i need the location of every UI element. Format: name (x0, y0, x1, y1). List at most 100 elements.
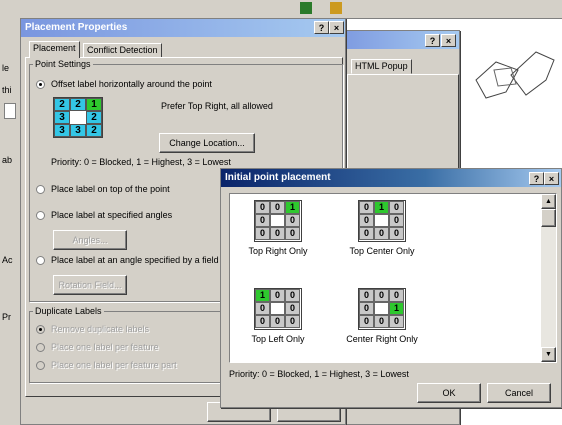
grid-cell: 3 (54, 111, 70, 124)
on-top-radio[interactable] (36, 185, 45, 194)
preview-cell: 0 (255, 214, 270, 227)
side-fragment: Pr (2, 312, 11, 322)
preview-cell: 0 (270, 289, 285, 302)
preview-cell: 0 (389, 315, 404, 328)
angles-button[interactable]: Angles... (53, 230, 127, 250)
offset-label[interactable]: Offset label horizontally around the poi… (51, 79, 212, 89)
side-input-fragment[interactable] (4, 103, 16, 119)
one-per-part-label[interactable]: Place one label per feature part (51, 360, 177, 370)
grid-cell: 2 (86, 124, 102, 137)
one-per-feature-label[interactable]: Place one label per feature (51, 342, 159, 352)
one-per-feature-radio[interactable] (36, 343, 45, 352)
preview-cell: 0 (374, 315, 389, 328)
scroll-thumb[interactable] (541, 209, 556, 227)
close-button[interactable]: × (329, 21, 344, 34)
help-button[interactable]: ? (529, 172, 544, 185)
priority-text: Priority: 0 = Blocked, 1 = Highest, 3 = … (229, 369, 409, 379)
preview-cell (374, 302, 389, 315)
dialog-title: Placement Properties (25, 22, 128, 33)
tab-conflict-detection[interactable]: Conflict Detection (83, 43, 162, 58)
remove-duplicates-radio[interactable] (36, 325, 45, 334)
preview-label: Top Center Only (349, 246, 415, 256)
top-toolbar-strip (0, 0, 562, 19)
prefer-text: Prefer Top Right, all allowed (161, 101, 273, 111)
duplicate-labels-label: Duplicate Labels (33, 306, 104, 316)
preview-cell (270, 302, 285, 315)
preview-cell: 0 (389, 227, 404, 240)
preview-cell: 0 (270, 227, 285, 240)
tab-placement[interactable]: Placement (29, 41, 80, 58)
tab-html-popup[interactable]: HTML Popup (351, 59, 412, 74)
preview-cell: 0 (255, 227, 270, 240)
dialog-titlebar: Initial point placement (221, 169, 561, 187)
close-button[interactable]: × (441, 34, 456, 47)
preview-cell: 1 (389, 302, 404, 315)
preview-cell: 0 (389, 289, 404, 302)
close-button[interactable]: × (544, 172, 559, 185)
grid-cell: 1 (86, 98, 102, 111)
map-polygons (475, 51, 555, 99)
preview-cell: 0 (359, 227, 374, 240)
preview-cell: 0 (285, 214, 300, 227)
cancel-button[interactable]: Cancel (487, 383, 551, 403)
dialog-titlebar: Placement Properties (21, 19, 345, 37)
one-per-part-radio[interactable] (36, 361, 45, 370)
point-settings-label: Point Settings (33, 59, 93, 69)
preview-cell: 0 (285, 289, 300, 302)
preview-cell: 0 (285, 315, 300, 328)
preview-label: Top Left Only (251, 334, 305, 344)
rotation-field-button[interactable]: Rotation Field... (53, 275, 127, 295)
preview-cell: 0 (255, 201, 270, 214)
angle-field-label[interactable]: Place label at an angle specified by a f… (51, 255, 219, 265)
map-polygon (510, 51, 555, 96)
dialog-title: Initial point placement (225, 172, 331, 183)
preview-cell: 0 (285, 227, 300, 240)
toolbar-icon[interactable] (300, 2, 312, 14)
preview-cell: 0 (374, 227, 389, 240)
help-button[interactable]: ? (425, 34, 440, 47)
preview-cell (374, 214, 389, 227)
remove-duplicates-label[interactable]: Remove duplicate labels (51, 324, 149, 334)
scroll-down-button[interactable]: ▼ (541, 347, 556, 362)
toolbar-icon[interactable] (330, 2, 342, 14)
at-angles-radio[interactable] (36, 211, 45, 220)
preview-cell: 0 (359, 315, 374, 328)
preview-cell: 0 (389, 214, 404, 227)
preview-cell: 0 (359, 214, 374, 227)
ok-button[interactable]: OK (417, 383, 481, 403)
grid-cell: 2 (54, 98, 70, 111)
side-fragment: thi (2, 85, 12, 95)
preview-cell: 0 (374, 289, 389, 302)
at-angles-label[interactable]: Place label at specified angles (51, 210, 172, 220)
grid-cell: 2 (70, 98, 86, 111)
preview-cell: 1 (285, 201, 300, 214)
angle-field-radio[interactable] (36, 256, 45, 265)
preview-cell: 0 (285, 302, 300, 315)
preview-cell: 0 (359, 302, 374, 315)
side-fragment: ab (2, 155, 13, 165)
help-button[interactable]: ? (314, 21, 329, 34)
preview-label: Top Right Only (248, 246, 308, 256)
grid-cell (70, 111, 86, 124)
preview-cell: 0 (270, 315, 285, 328)
priority-text: Priority: 0 = Blocked, 1 = Highest, 3 = … (51, 157, 231, 167)
preview-cell: 0 (255, 315, 270, 328)
change-location-button[interactable]: Change Location... (159, 133, 255, 153)
preview-cell: 1 (255, 289, 270, 302)
scroll-up-button[interactable]: ▲ (541, 194, 556, 209)
grid-cell: 2 (86, 111, 102, 124)
side-fragment: Ac (2, 255, 13, 265)
preview-cell (270, 214, 285, 227)
grid-cell: 3 (54, 124, 70, 137)
side-fragment: le (2, 63, 10, 73)
preview-cell: 1 (374, 201, 389, 214)
offset-radio[interactable] (36, 80, 45, 89)
placement-preview-list[interactable]: ▲ ▼ 0 0 1 0 0 0 0 0 Top Right Only 0 1 0… (229, 193, 557, 363)
preview-cell: 0 (359, 201, 374, 214)
preview-cell: 0 (270, 201, 285, 214)
initial-point-placement-dialog: Initial point placement ? × ▲ ▼ 0 0 1 0 … (220, 168, 562, 408)
preview-cell: 0 (359, 289, 374, 302)
on-top-label[interactable]: Place label on top of the point (51, 184, 170, 194)
preview-cell: 0 (389, 201, 404, 214)
preview-label: Center Right Only (346, 334, 418, 344)
